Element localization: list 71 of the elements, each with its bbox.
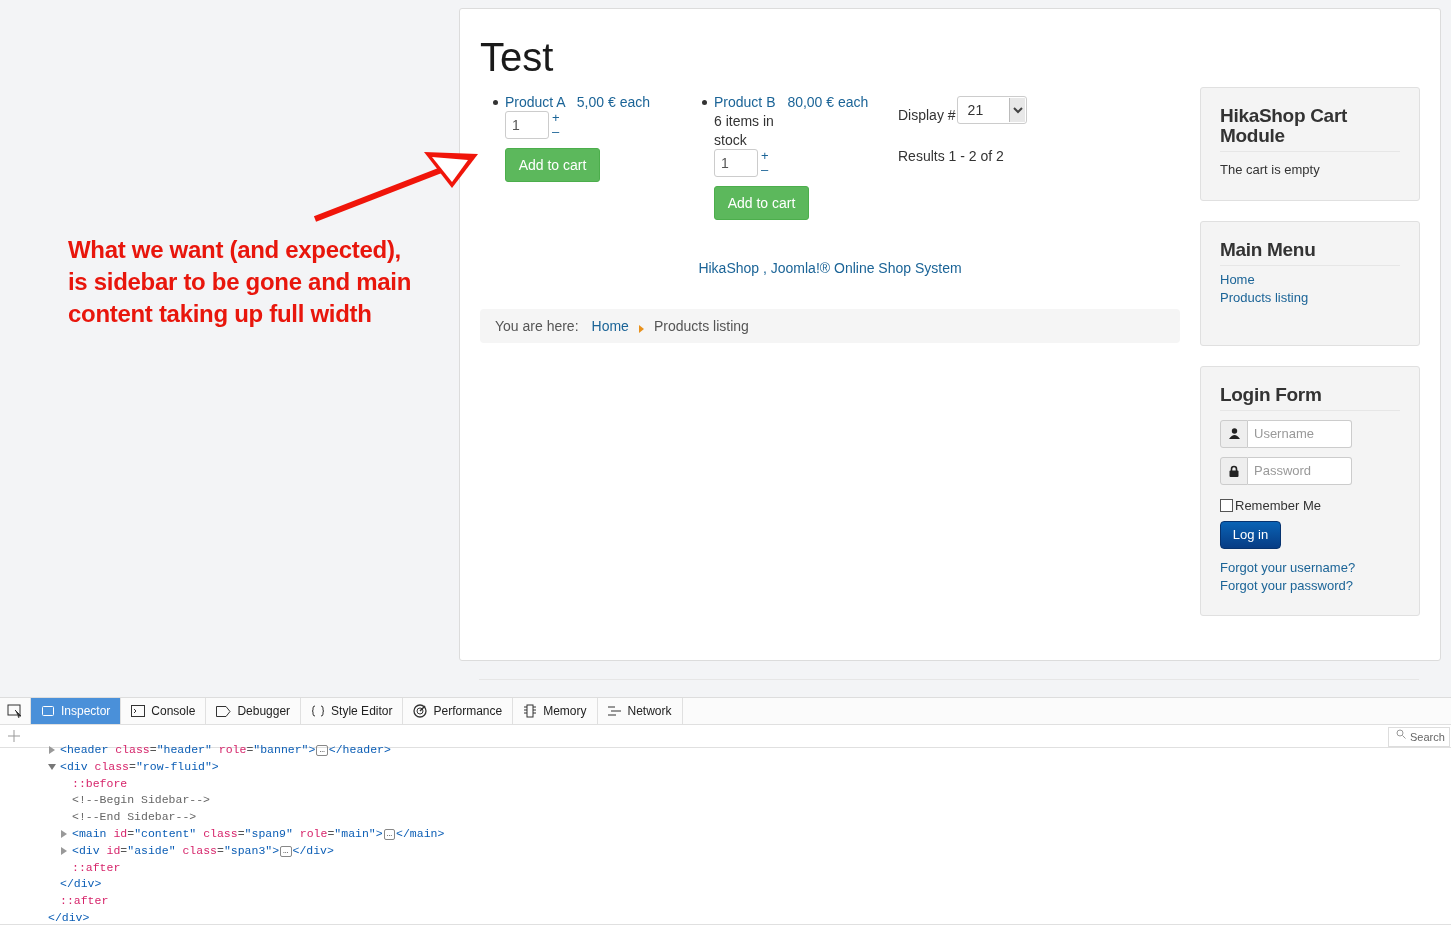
bullet-icon <box>702 100 707 105</box>
lock-icon <box>1229 464 1239 477</box>
product-link[interactable]: Product B <box>714 94 776 110</box>
quantity-field[interactable]: 1 <box>714 149 758 177</box>
markup-text: <div class="row-fluid"> <box>60 758 219 775</box>
tag-shape-icon <box>216 705 232 717</box>
markup-text: </header> <box>328 742 391 758</box>
quantity-field[interactable]: 1 <box>505 111 549 139</box>
markup-text: <div id="aside" class="span3"> <box>72 842 280 859</box>
markup-text: <!--Begin Sidebar--> <box>72 792 211 809</box>
product-price: 5,00 € each <box>576 94 650 110</box>
forgot-link[interactable]: Forgot your password? <box>1220 577 1400 595</box>
annotation-text: What we want (and expected), is sidebar to be gone and main content taking up full width <box>68 235 413 329</box>
list-lines-icon <box>607 706 622 716</box>
cart-status: The cart is empty <box>1220 161 1321 179</box>
page-title: Test <box>480 34 555 81</box>
display-label: Display # <box>898 106 956 125</box>
login-button[interactable]: Log in <box>1220 521 1281 549</box>
module-title: Main Menu <box>1220 239 1400 266</box>
expand-toggle-icon[interactable] <box>61 830 67 839</box>
remember-label: Remember Me <box>1235 496 1321 515</box>
add-node-icon[interactable] <box>8 730 20 742</box>
product-link[interactable]: Product A <box>505 94 565 110</box>
user-icon <box>1228 428 1240 439</box>
expand-toggle-icon[interactable] <box>49 746 55 755</box>
markup-text: ::after <box>72 859 121 876</box>
markup-text: <main id="content" class="span9" role="main"> <box>72 826 383 842</box>
markup-text: </main> <box>396 826 445 842</box>
markup-text: <header class="header" role="banner"> <box>60 742 316 758</box>
collapsed-badge[interactable]: … <box>383 828 396 840</box>
chip-icon <box>523 704 538 718</box>
collapsed-badge[interactable]: … <box>280 845 292 857</box>
bullet-icon <box>493 100 498 105</box>
breadcrumb-separator-icon <box>638 325 644 333</box>
element-picker-icon[interactable] <box>7 704 23 718</box>
remember-checkbox[interactable] <box>1220 498 1233 512</box>
markup-text: </div> <box>292 842 334 859</box>
breadcrumb-label: You are here: <box>495 316 579 336</box>
collapsed-badge[interactable]: … <box>316 744 328 756</box>
menu-link[interactable]: Products listing <box>1220 288 1400 307</box>
product-price: 80,00 € each <box>787 94 869 110</box>
markup-text: </div> <box>60 876 102 893</box>
console-icon <box>131 705 146 717</box>
increase-link[interactable]: + <box>761 149 769 163</box>
markup-text: </div> <box>48 909 90 924</box>
breadcrumb-current: Products listing <box>653 316 749 336</box>
username-field[interactable]: Username <box>1248 419 1352 448</box>
search-icon <box>1396 729 1406 739</box>
gauge-icon <box>413 704 428 718</box>
password-field[interactable]: Password <box>1248 456 1352 485</box>
markup-text: ::before <box>72 775 128 792</box>
expand-toggle-icon[interactable] <box>48 764 56 771</box>
results-count: Results 1 - 2 of 2 <box>898 147 1005 166</box>
module-title: HikaShop Cart Module <box>1220 106 1400 152</box>
decrease-link[interactable]: – <box>552 125 560 139</box>
markup-text: <!--End Sidebar--> <box>72 809 197 826</box>
decrease-link[interactable]: – <box>761 163 769 177</box>
search-field[interactable]: Search <box>1388 727 1450 747</box>
display-select[interactable]: 21 <box>956 96 1027 124</box>
forgot-link[interactable]: Forgot your username? <box>1220 559 1400 577</box>
increase-link[interactable]: + <box>552 111 560 125</box>
braces-icon <box>311 705 326 717</box>
breadcrumb-link[interactable]: Home <box>591 315 629 337</box>
module-title: Login Form <box>1220 384 1400 411</box>
footer-link[interactable]: HikaShop , Joomla!® Online Shop System <box>698 258 962 279</box>
dropdown-caret-icon <box>1008 98 1025 122</box>
expand-toggle-icon[interactable] <box>61 847 67 856</box>
menu-link[interactable]: Home <box>1220 270 1400 289</box>
stock-text: 6 items in stock <box>714 112 775 150</box>
markup-text: ::after <box>60 893 109 910</box>
inspector-icon <box>41 705 55 717</box>
